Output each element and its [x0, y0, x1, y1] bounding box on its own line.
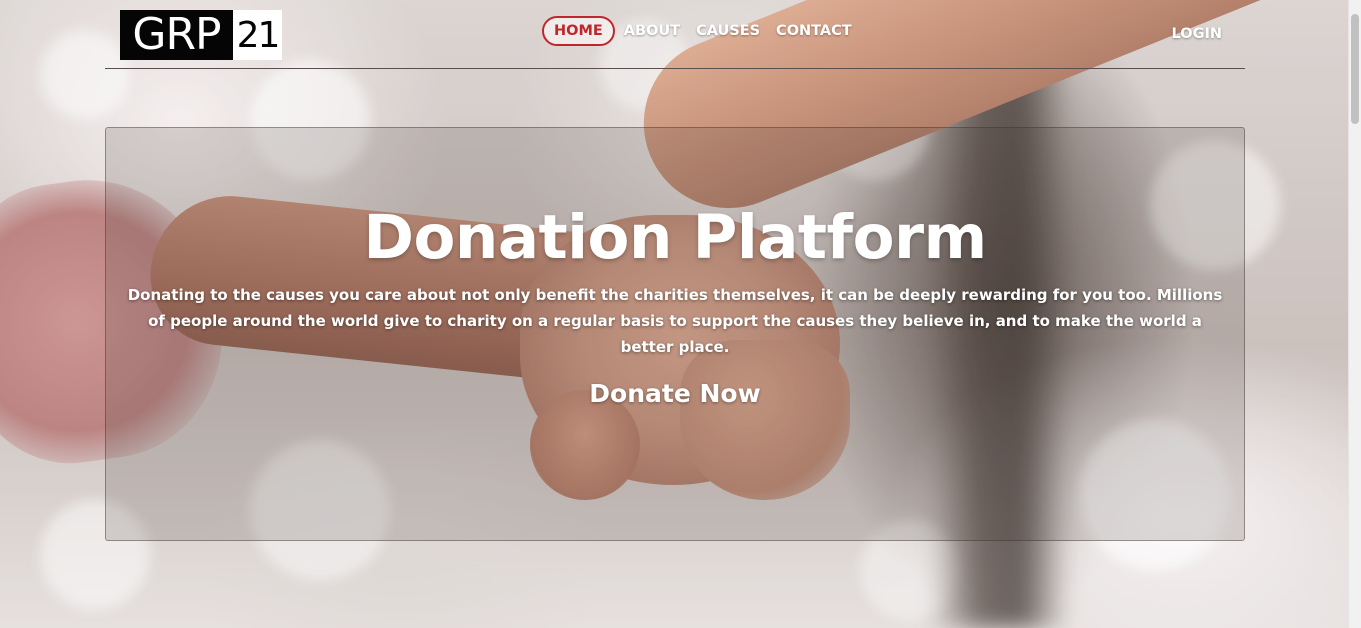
nav-contact-link[interactable]: CONTACT — [776, 23, 852, 39]
hero-title: Donation Platform — [363, 202, 987, 273]
site-logo[interactable]: GRP 21 — [120, 10, 282, 60]
hero-panel: Donation Platform Donating to the causes… — [105, 127, 1245, 541]
login-link[interactable]: LOGIN — [1172, 26, 1222, 42]
donate-now-button[interactable]: Donate Now — [106, 378, 1244, 409]
scrollbar-thumb[interactable] — [1351, 14, 1359, 124]
nav-causes-link[interactable]: CAUSES — [696, 23, 760, 39]
nav-home-link[interactable]: HOME — [542, 16, 615, 46]
top-navbar: GRP 21 HOME ABOUT CAUSES CONTACT LOGIN — [105, 0, 1245, 69]
page-scrollbar[interactable] — [1348, 0, 1361, 628]
logo-text-right: 21 — [233, 10, 282, 60]
hero-description: Donating to the causes you care about no… — [127, 286, 1223, 356]
main-nav: HOME ABOUT CAUSES CONTACT — [542, 16, 868, 46]
logo-text-left: GRP — [120, 10, 233, 60]
nav-about-link[interactable]: ABOUT — [624, 23, 680, 39]
